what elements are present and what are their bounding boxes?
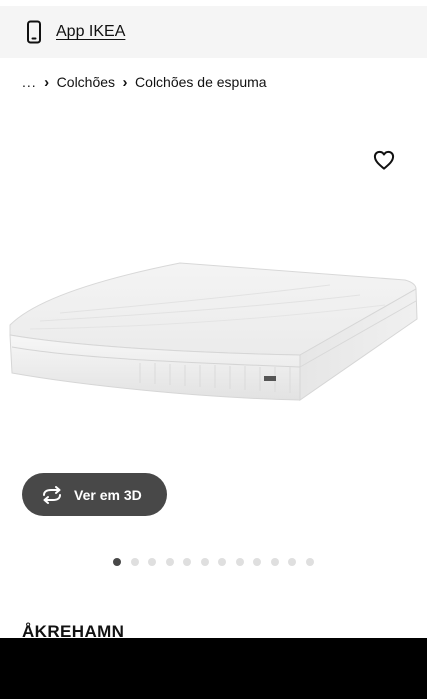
heart-outline-icon: [373, 150, 395, 175]
chevron-right-icon: ›: [122, 73, 128, 91]
pagination-dot[interactable]: [148, 558, 156, 566]
pagination-dot[interactable]: [270, 558, 279, 566]
breadcrumb-ellipsis[interactable]: ...: [22, 74, 37, 90]
pagination-dot[interactable]: [288, 558, 296, 566]
product-image-mattress[interactable]: [0, 255, 427, 415]
pagination-dot[interactable]: [130, 558, 139, 566]
pagination-dot[interactable]: [235, 558, 244, 566]
app-banner[interactable]: App IKEA: [0, 6, 427, 58]
breadcrumb: ... › Colchões › Colchões de espuma: [22, 72, 267, 92]
favorite-button[interactable]: [371, 149, 397, 175]
chevron-right-icon: ›: [44, 73, 50, 91]
pagination-dot[interactable]: [218, 558, 226, 566]
view-3d-button[interactable]: Ver em 3D: [22, 473, 167, 516]
pagination-dot[interactable]: [253, 558, 261, 566]
breadcrumb-item-colchoes-de-espuma[interactable]: Colchões de espuma: [135, 74, 267, 90]
bottom-bar: [0, 638, 427, 699]
app-ikea-link[interactable]: App IKEA: [56, 23, 125, 41]
pagination-dot[interactable]: [305, 558, 314, 566]
gallery-pagination: [113, 558, 323, 566]
smartphone-icon: [24, 20, 44, 44]
breadcrumb-item-colchoes[interactable]: Colchões: [57, 74, 115, 90]
pagination-dot[interactable]: [113, 558, 121, 566]
pagination-dot[interactable]: [183, 558, 191, 566]
pagination-dot[interactable]: [200, 558, 209, 566]
view-3d-label: Ver em 3D: [74, 486, 142, 503]
pagination-dot[interactable]: [165, 558, 174, 566]
rotate-3d-icon: [40, 485, 64, 504]
